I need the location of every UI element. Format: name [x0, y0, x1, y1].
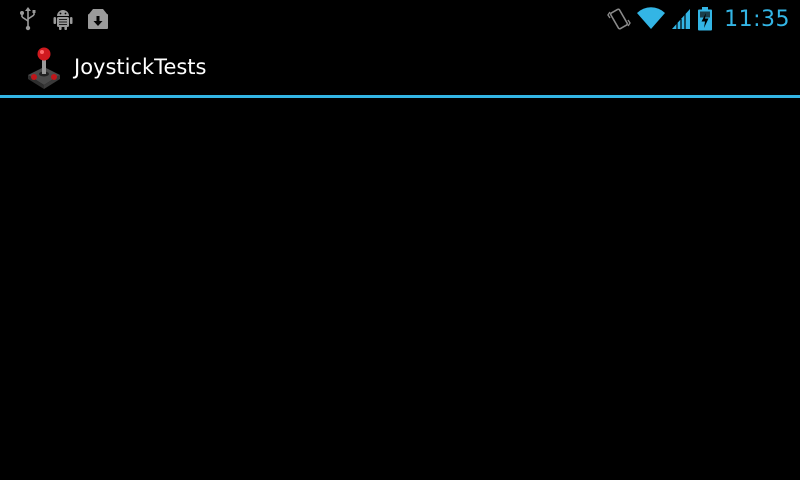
notification-icons — [16, 4, 121, 34]
system-icons: 11:35 — [606, 4, 790, 34]
app-title: JoystickTests — [74, 54, 207, 79]
content-area — [0, 98, 800, 480]
vibrate-icon — [606, 6, 632, 32]
battery-charging-icon — [697, 6, 713, 32]
signal-icon — [670, 6, 692, 32]
usb-icon — [16, 7, 40, 31]
android-debug-icon — [51, 7, 75, 31]
download-icon — [86, 7, 110, 31]
clock: 11:35 — [724, 6, 790, 32]
wifi-icon — [637, 6, 666, 32]
status-bar: 11:35 — [0, 0, 800, 38]
joystick-icon[interactable] — [24, 45, 64, 89]
action-bar: JoystickTests — [0, 38, 800, 95]
